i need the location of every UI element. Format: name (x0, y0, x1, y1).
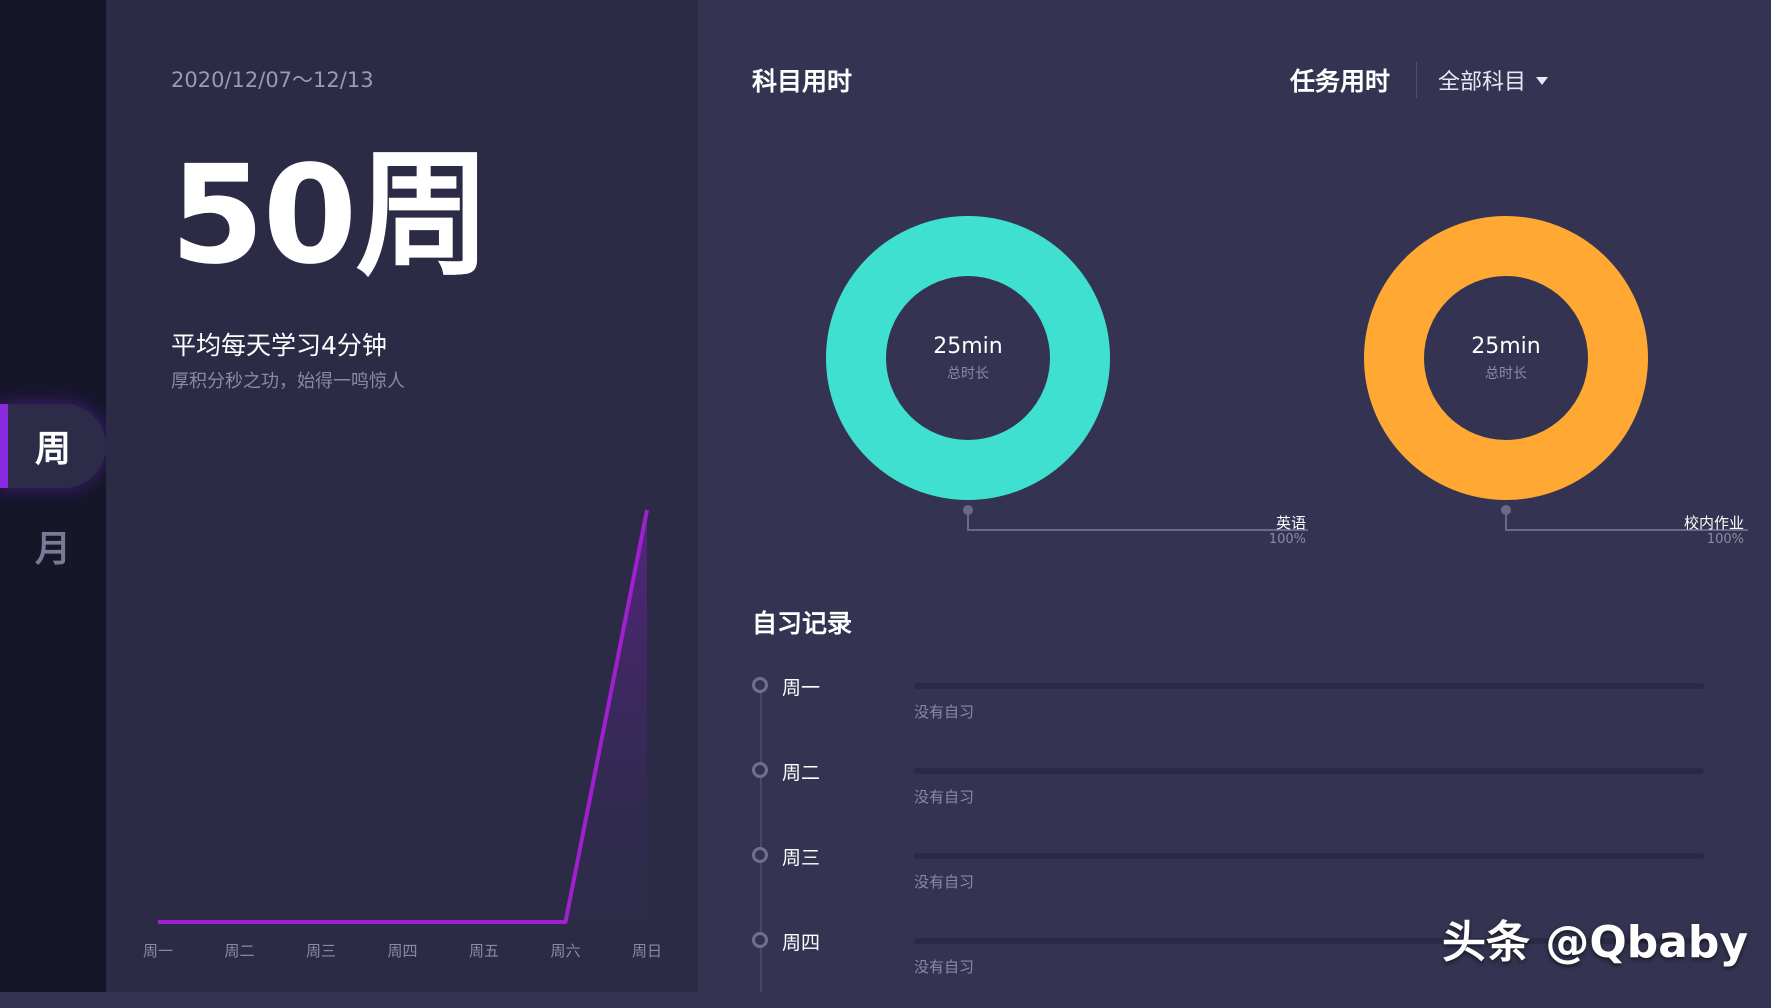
subject-legend-name: 英语 (1275, 514, 1306, 532)
header-divider (1416, 62, 1417, 98)
daily-study-line-chart: 周一 周二 周三 周四 周五 周六 周日 (143, 509, 662, 960)
x-tick-label: 周日 (632, 942, 662, 960)
timeline-dot-icon (752, 677, 768, 693)
record-item[interactable]: 周一 没有自习 (752, 673, 1732, 753)
watermark: 头条 @Qbaby (1442, 917, 1749, 968)
date-range: 2020/12/07～12/13 (171, 68, 374, 92)
record-progress-bar (914, 853, 1704, 859)
x-tick-label: 周五 (469, 942, 499, 960)
record-day: 周一 (782, 677, 821, 699)
timeline-dot-icon (752, 762, 768, 778)
tab-week[interactable]: 周 (0, 404, 106, 488)
record-item[interactable]: 周二 没有自习 (752, 758, 1732, 838)
record-day: 周二 (782, 762, 821, 784)
x-tick-label: 周三 (306, 942, 336, 960)
record-progress-bar (914, 768, 1704, 774)
task-legend-percent: 100% (1706, 532, 1744, 547)
tab-month[interactable]: 月 (0, 504, 106, 588)
weekly-summary-panel: 2020/12/07～12/13 50周 平均每天学习4分钟 厚积分秒之功，始得… (106, 0, 698, 992)
subject-total-label: 总时长 (947, 365, 989, 382)
x-tick-label: 周二 (224, 942, 254, 960)
record-day: 周四 (782, 932, 821, 954)
task-donut-center: 25min 总时长 (1364, 216, 1648, 500)
task-total-label: 总时长 (1485, 365, 1527, 382)
record-status: 没有自习 (914, 788, 975, 806)
timeline-dot-icon (752, 847, 768, 863)
subject-filter-value: 全部科目 (1438, 70, 1527, 95)
timeline-dot-icon (752, 932, 768, 948)
task-legend-name: 校内作业 (1683, 514, 1744, 532)
subject-donut-chart: 25min 总时长 (826, 216, 1110, 500)
average-study-time: 平均每天学习4分钟 (171, 331, 387, 360)
self-study-title: 自习记录 (752, 609, 853, 638)
subject-time-title: 科目用时 (752, 67, 853, 96)
record-status: 没有自习 (914, 958, 975, 976)
record-status: 没有自习 (914, 873, 975, 891)
task-total-value: 25min (1471, 333, 1541, 359)
record-progress-bar (914, 683, 1704, 689)
chevron-down-icon (1536, 77, 1549, 85)
motto: 厚积分秒之功，始得一鸣惊人 (171, 371, 405, 392)
task-donut-chart: 25min 总时长 (1364, 216, 1648, 500)
x-tick-label: 周六 (550, 942, 580, 960)
line-area-fill (158, 510, 647, 922)
series-line (158, 509, 649, 924)
sidebar: 周 月 (0, 0, 106, 992)
record-day: 周三 (782, 847, 821, 869)
x-tick-label: 周一 (143, 942, 173, 960)
x-tick-label: 周四 (387, 942, 417, 960)
task-time-title: 任务用时 (1290, 67, 1391, 96)
subject-donut-center: 25min 总时长 (826, 216, 1110, 500)
week-number: 50周 (170, 137, 491, 295)
subject-filter-dropdown[interactable]: 全部科目 (1438, 62, 1549, 98)
subject-legend-percent: 100% (1268, 532, 1306, 547)
subject-total-value: 25min (933, 333, 1003, 359)
record-status: 没有自习 (914, 703, 975, 721)
